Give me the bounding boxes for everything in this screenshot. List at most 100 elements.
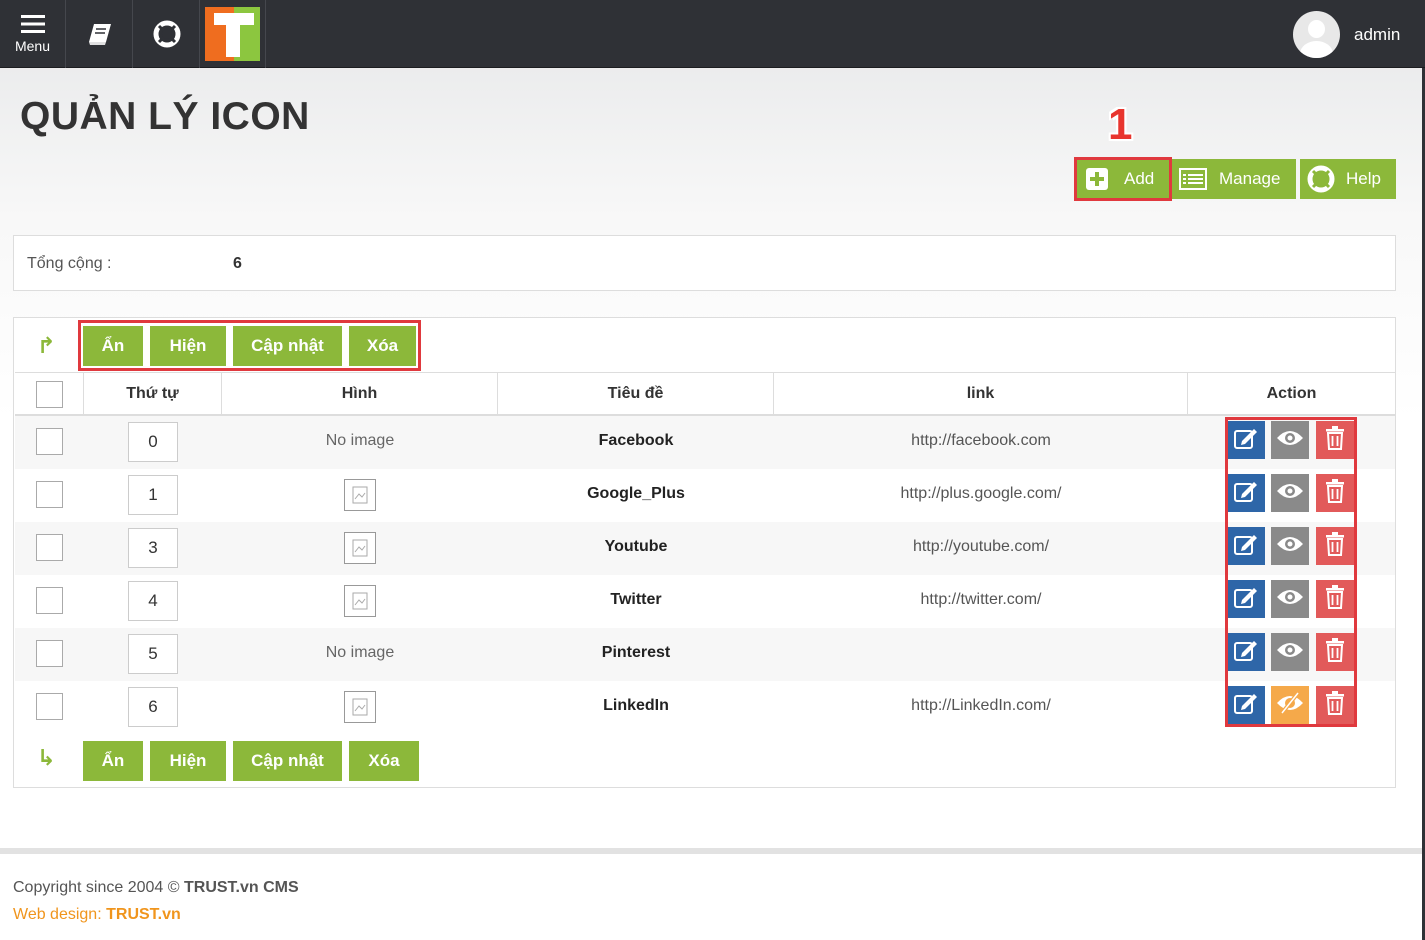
update-button-bottom[interactable]: Cập nhật xyxy=(233,741,342,781)
delete-row-button[interactable] xyxy=(1316,580,1354,618)
delete-button-bottom[interactable]: Xóa xyxy=(349,741,419,781)
copyright-brand: TRUST.vn CMS xyxy=(184,879,299,896)
visibility-toggle[interactable] xyxy=(1271,421,1309,459)
visibility-toggle[interactable] xyxy=(1271,633,1309,671)
edit-icon xyxy=(1233,532,1259,560)
plus-icon xyxy=(1076,167,1118,191)
eye-icon xyxy=(1276,587,1304,611)
delete-row-button[interactable] xyxy=(1316,474,1354,512)
trash-icon xyxy=(1325,585,1345,613)
broken-image-icon[interactable] xyxy=(344,691,376,723)
table-row: 3 Youtube http://youtube.com/ xyxy=(15,522,1395,575)
update-button-top[interactable]: Cập nhật xyxy=(233,326,342,366)
order-input[interactable]: 0 xyxy=(128,422,178,462)
broken-image-icon[interactable] xyxy=(344,479,376,511)
order-input[interactable]: 6 xyxy=(128,687,178,727)
visibility-toggle[interactable] xyxy=(1271,474,1309,512)
web-design-credit: Web design: TRUST.vn xyxy=(13,906,181,924)
row-title: Google_Plus xyxy=(587,485,685,502)
top-bar: Menu admin xyxy=(0,0,1425,68)
webdesign-prefix: Web design: xyxy=(13,906,102,923)
visibility-toggle[interactable] xyxy=(1271,527,1309,565)
header-title[interactable]: Tiêu đề xyxy=(498,373,774,415)
copyright: Copyright since 2004 © TRUST.vn CMS xyxy=(13,879,299,897)
broken-image-icon[interactable] xyxy=(344,532,376,564)
edit-button[interactable] xyxy=(1227,633,1265,671)
order-input[interactable]: 1 xyxy=(128,475,178,515)
order-input[interactable]: 5 xyxy=(128,634,178,674)
row-link: http://youtube.com/ xyxy=(912,538,1050,555)
menu-button[interactable]: Menu xyxy=(0,0,66,68)
eye-icon xyxy=(1276,481,1304,505)
hide-button-top[interactable]: Ẩn xyxy=(83,326,143,366)
support-button[interactable] xyxy=(134,0,200,68)
menu-label: Menu xyxy=(14,38,51,54)
table-row: 6 LinkedIn http://LinkedIn.com/ xyxy=(15,681,1395,734)
table-header: Thứ tự Hình Tiêu đề link Action xyxy=(15,372,1395,416)
row-checkbox[interactable] xyxy=(36,481,63,508)
eye-off-icon xyxy=(1276,691,1304,719)
visibility-toggle[interactable] xyxy=(1271,686,1309,724)
book-icon xyxy=(88,24,111,45)
row-title: Youtube xyxy=(604,538,668,555)
delete-row-button[interactable] xyxy=(1316,527,1354,565)
visibility-toggle[interactable] xyxy=(1271,580,1309,618)
delete-row-button[interactable] xyxy=(1316,633,1354,671)
trust-logo[interactable] xyxy=(205,7,260,61)
header-order[interactable]: Thứ tự xyxy=(84,373,222,415)
lifebuoy-icon xyxy=(1300,165,1342,193)
edit-button[interactable] xyxy=(1227,527,1265,565)
manage-label: Manage xyxy=(1219,169,1281,188)
delete-button-top[interactable]: Xóa xyxy=(349,326,416,366)
select-all-checkbox[interactable] xyxy=(35,380,63,408)
footer-divider xyxy=(0,848,1422,854)
row-checkbox[interactable] xyxy=(36,693,63,720)
user-name[interactable]: admin xyxy=(1354,25,1400,45)
arrow-turn-right-icon: ↱ xyxy=(37,334,56,359)
row-checkbox[interactable] xyxy=(36,428,63,455)
no-image-text: No image xyxy=(325,644,395,661)
table-row: 0 No image Facebook http://facebook.com xyxy=(15,416,1395,469)
table-row: 1 Google_Plus http://plus.google.com/ xyxy=(15,469,1395,522)
help-label: Help xyxy=(1346,169,1381,188)
row-checkbox[interactable] xyxy=(36,587,63,614)
row-title: Pinterest xyxy=(601,644,671,661)
order-input[interactable]: 4 xyxy=(128,581,178,621)
broken-image-icon[interactable] xyxy=(344,585,376,617)
add-button[interactable]: Add xyxy=(1074,157,1172,201)
annotation-1: 1 xyxy=(1108,100,1133,149)
show-button-bottom[interactable]: Hiện xyxy=(150,741,226,781)
edit-button[interactable] xyxy=(1227,686,1265,724)
table-row: 4 Twitter http://twitter.com/ xyxy=(15,575,1395,628)
book-button[interactable] xyxy=(67,0,133,68)
delete-row-button[interactable] xyxy=(1316,686,1354,724)
hamburger-icon xyxy=(20,15,45,33)
row-link: http://twitter.com/ xyxy=(920,591,1042,608)
delete-row-button[interactable] xyxy=(1316,421,1354,459)
list-icon xyxy=(1172,168,1214,190)
select-all-cell xyxy=(15,373,84,415)
lifebuoy-icon xyxy=(153,20,180,48)
edit-button[interactable] xyxy=(1227,474,1265,512)
edit-button[interactable] xyxy=(1227,580,1265,618)
manage-button[interactable]: Manage xyxy=(1172,159,1296,199)
help-button[interactable]: Help xyxy=(1300,159,1396,199)
edit-icon xyxy=(1233,585,1259,613)
copyright-prefix: Copyright since 2004 © xyxy=(13,879,180,896)
page-title: QUẢN LÝ ICON xyxy=(20,95,310,138)
row-checkbox[interactable] xyxy=(36,640,63,667)
edit-button[interactable] xyxy=(1227,421,1265,459)
hide-button-bottom[interactable]: Ẩn xyxy=(83,741,143,781)
row-checkbox[interactable] xyxy=(36,534,63,561)
header-action: Action xyxy=(1266,385,1317,402)
no-image-text: No image xyxy=(325,432,395,449)
header-link: link xyxy=(774,373,1188,415)
show-button-top[interactable]: Hiện xyxy=(150,326,226,366)
eye-icon xyxy=(1276,428,1304,452)
row-link: http://LinkedIn.com/ xyxy=(911,697,1051,714)
row-title: LinkedIn xyxy=(603,697,669,714)
avatar[interactable] xyxy=(1293,11,1340,58)
order-input[interactable]: 3 xyxy=(128,528,178,568)
trash-icon xyxy=(1325,638,1345,666)
webdesign-link[interactable]: TRUST.vn xyxy=(106,906,181,923)
